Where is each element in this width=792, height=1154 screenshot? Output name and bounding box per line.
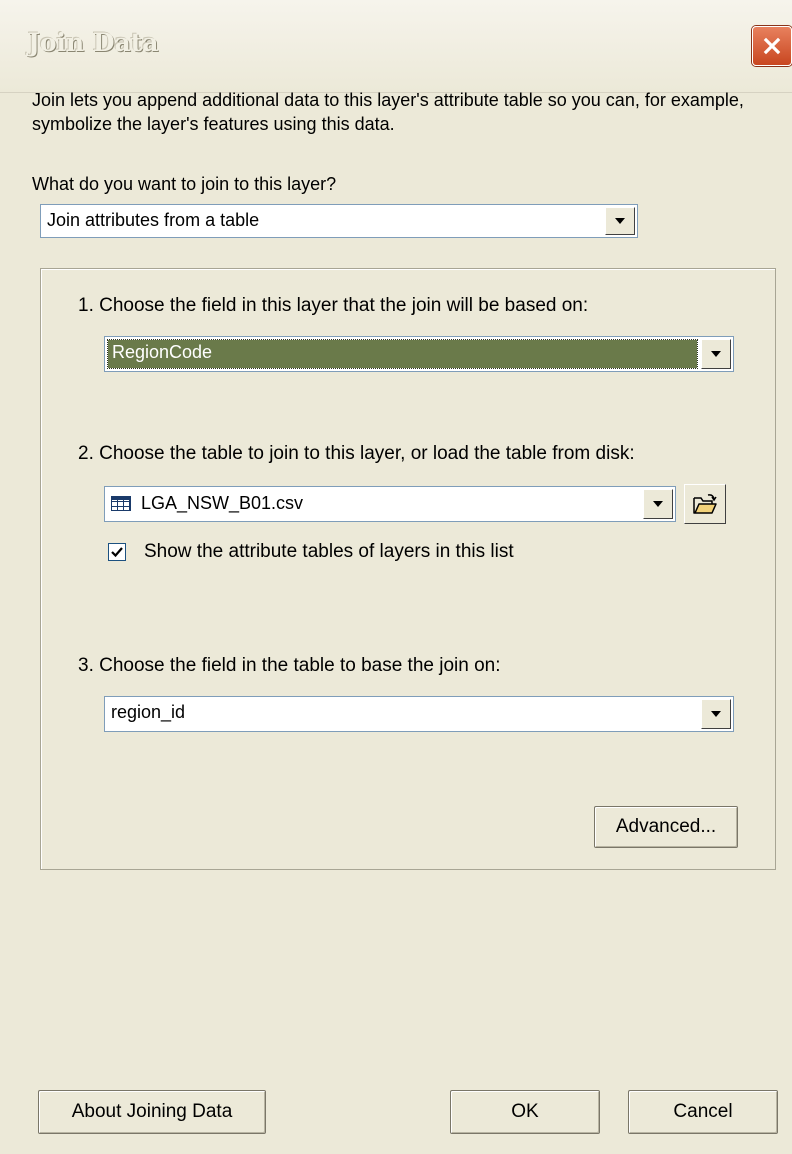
join-table-dropdown-button[interactable] xyxy=(643,489,673,519)
advanced-button[interactable]: Advanced... xyxy=(594,806,738,848)
join-table-value: LGA_NSW_B01.csv xyxy=(141,493,304,513)
intro-text: Join lets you append additional data to … xyxy=(32,90,744,134)
step1-label: 1. Choose the field in this layer that t… xyxy=(78,295,589,316)
table-field-dropdown-button[interactable] xyxy=(701,699,731,729)
chevron-down-icon xyxy=(711,711,721,717)
about-joining-data-button[interactable]: About Joining Data xyxy=(38,1090,266,1134)
close-button[interactable] xyxy=(752,26,792,66)
table-field-value: region_id xyxy=(111,702,186,722)
step3-label: 3. Choose the field in the table to base… xyxy=(78,655,501,676)
show-attribute-tables-checkbox[interactable] xyxy=(108,543,126,561)
check-icon xyxy=(111,547,123,558)
show-attribute-tables-label: Show the attribute tables of layers in t… xyxy=(144,541,514,562)
join-type-select[interactable]: Join attributes from a table xyxy=(40,204,638,238)
step2-label: 2. Choose the table to join to this laye… xyxy=(78,443,635,464)
open-folder-icon xyxy=(693,494,717,514)
table-field-select[interactable]: region_id xyxy=(104,696,734,732)
layer-field-dropdown-button[interactable] xyxy=(701,339,731,369)
close-icon xyxy=(763,37,781,55)
join-type-value: Join attributes from a table xyxy=(47,210,260,230)
cancel-button[interactable]: Cancel xyxy=(628,1090,778,1134)
join-question: What do you want to join to this layer? xyxy=(32,174,337,194)
layer-field-value: RegionCode xyxy=(107,339,698,369)
chevron-down-icon xyxy=(711,351,721,357)
browse-table-button[interactable] xyxy=(684,484,726,524)
window-title: Join Data xyxy=(28,28,159,57)
table-icon xyxy=(111,496,131,511)
title-bar: Join Data xyxy=(0,0,792,93)
chevron-down-icon xyxy=(653,501,663,507)
layer-field-select[interactable]: RegionCode xyxy=(104,336,734,372)
join-table-select[interactable]: LGA_NSW_B01.csv xyxy=(104,486,676,522)
join-type-dropdown-button[interactable] xyxy=(605,207,635,235)
chevron-down-icon xyxy=(615,218,625,224)
ok-button[interactable]: OK xyxy=(450,1090,600,1134)
